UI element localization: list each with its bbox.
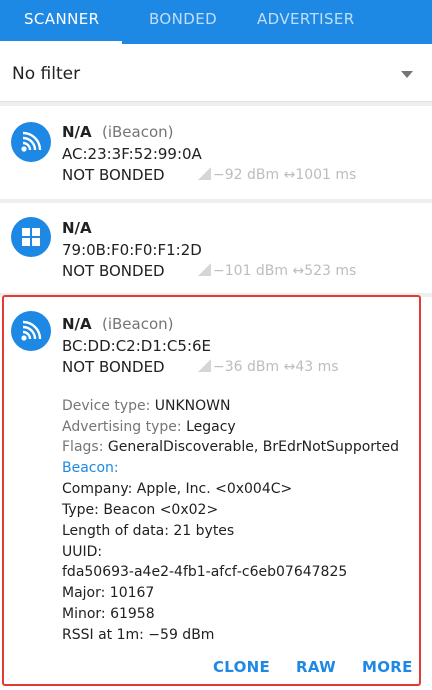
tab-advertiser[interactable]: ADVERTISER [257, 0, 355, 44]
device-name: N/A [62, 219, 92, 237]
device-card[interactable]: N/A (iBeacon) AC:23:3F:52:99:0A NOT BOND… [0, 106, 432, 199]
interval-icon: ↔ [292, 263, 305, 279]
dropdown-arrow-icon [401, 71, 413, 78]
tab-bonded[interactable]: BONDED [149, 0, 217, 44]
interval-value: 1001 ms [295, 167, 357, 183]
device-address: 79:0B:F0:F0:F1:2D [62, 241, 202, 259]
tab-scanner[interactable]: SCANNER [24, 0, 99, 44]
windows-icon [11, 217, 51, 257]
rssi-value: −101 dBm [213, 263, 289, 279]
highlight-box [2, 295, 421, 686]
signal-info: −92 dBm ↔1001 ms [198, 167, 356, 183]
filter-dropdown[interactable]: No filter [0, 44, 432, 102]
signal-strength-icon [198, 263, 211, 276]
device-type: (iBeacon) [102, 123, 174, 141]
device-address: AC:23:3F:52:99:0A [62, 145, 202, 163]
bond-status: NOT BONDED [62, 262, 165, 280]
interval-value: 523 ms [304, 263, 357, 279]
device-name: N/A [62, 123, 92, 141]
signal-strength-icon [198, 167, 211, 180]
signal-info: −101 dBm ↔523 ms [198, 263, 356, 279]
beacon-icon [11, 122, 51, 162]
device-card[interactable]: N/A 79:0B:F0:F0:F1:2D NOT BONDED −101 dB… [0, 203, 432, 293]
rssi-value: −92 dBm [213, 167, 280, 183]
bond-status: NOT BONDED [62, 166, 165, 184]
filter-value: No filter [12, 64, 81, 84]
tab-bar: SCANNER BONDED ADVERTISER [0, 0, 432, 44]
interval-icon: ↔ [283, 167, 296, 183]
